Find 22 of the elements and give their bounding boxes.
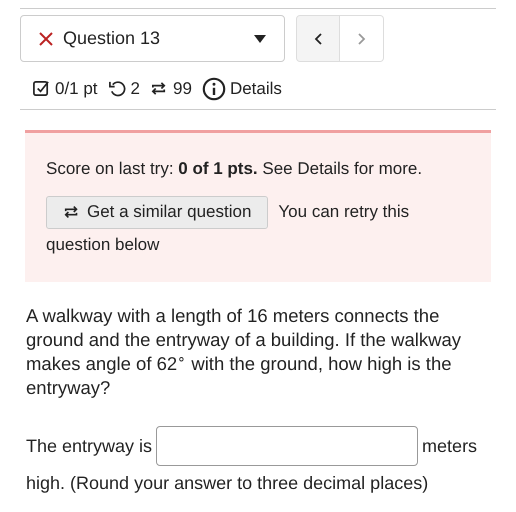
- chevron-right-icon: [357, 32, 366, 44]
- answer-suffix: high. (Round your answer to three decimal places): [26, 472, 430, 495]
- info-icon: [202, 76, 226, 101]
- question-select[interactable]: Question 13: [20, 15, 285, 62]
- answer-unit: meters: [422, 434, 478, 458]
- similar-question-button[interactable]: Get a similar question: [46, 196, 268, 228]
- answer-field[interactable]: [156, 426, 418, 466]
- undo-icon: [108, 79, 127, 98]
- question-text: A walkway with a length of 16 meters connects the ground and the entryway of a building. If the walkway makes angle of 62$^{∘}$ with the ground, how high is the entryway?: [26, 304, 462, 400]
- question-label: Question 13: [63, 27, 162, 50]
- stat-text: 0/1 pt: [55, 78, 98, 100]
- stat-text: 2: [130, 78, 140, 100]
- checkbox-icon: [32, 79, 51, 98]
- details-link[interactable]: Details: [230, 76, 282, 102]
- previous-button[interactable]: [296, 15, 340, 62]
- score-message: Score on last try: 0 of 1 pts. See Details for more.: [46, 158, 424, 180]
- chevron-left-icon: [314, 32, 322, 44]
- answer-prefix: The entryway is: [26, 434, 152, 458]
- retry-note: question below: [46, 234, 160, 256]
- stat-text: 99: [173, 78, 192, 100]
- retry-note: You can retry this: [278, 201, 410, 223]
- dropdown-caret-icon: [254, 34, 266, 42]
